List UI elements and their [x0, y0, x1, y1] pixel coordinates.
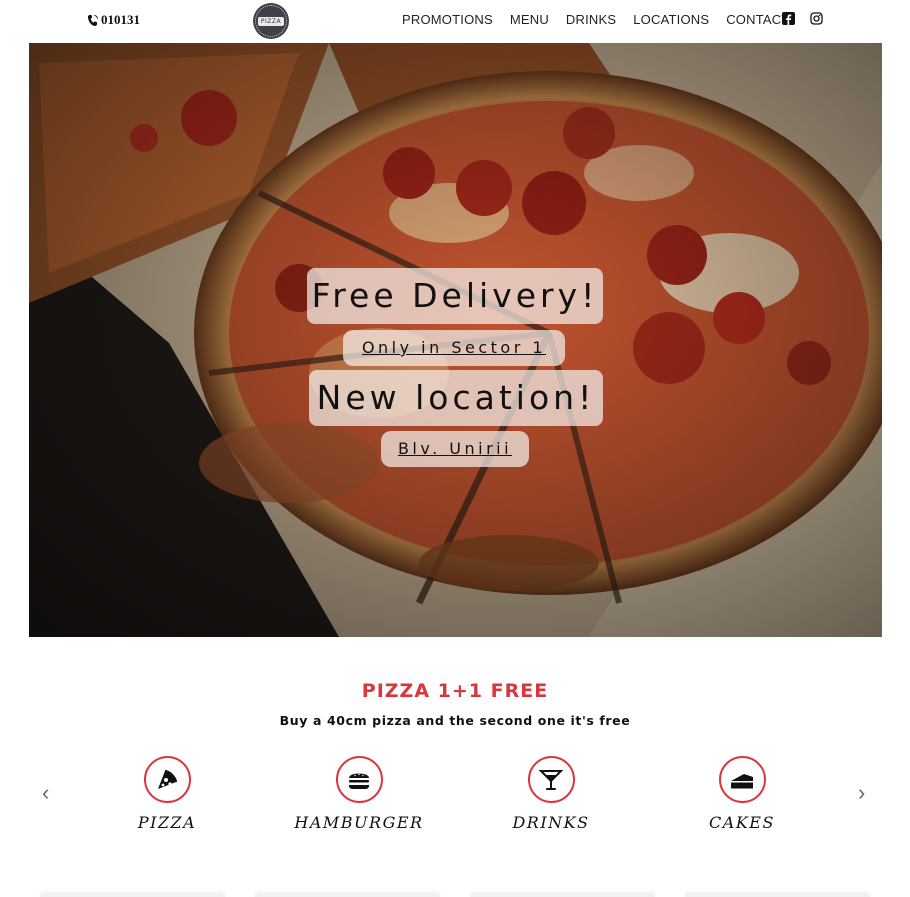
category-drinks[interactable]: DRINKS [476, 756, 626, 832]
category-cakes[interactable]: CAKES [667, 756, 817, 832]
cocktail-icon [527, 756, 575, 803]
top-navbar: 010131 PIZZA PROMOTIONS MENU DRINKS LOCA… [0, 0, 910, 42]
category-hamburger[interactable]: HAMBURGER [284, 756, 434, 832]
carousel-prev-button[interactable]: ‹ [42, 782, 49, 804]
category-label: DRINKS [512, 813, 590, 832]
nav-menu[interactable]: MENU [510, 12, 549, 27]
carousel-next-button[interactable]: › [858, 782, 865, 804]
hero-headline-new-location: New location! [309, 370, 603, 426]
nav-contact[interactable]: CONTACT [726, 12, 789, 27]
main-nav: PROMOTIONS MENU DRINKS LOCATIONS CONTACT [402, 12, 806, 27]
product-card[interactable] [685, 893, 870, 897]
social-links [782, 12, 823, 25]
phone-number[interactable]: 010131 [87, 12, 140, 28]
cake-icon [718, 756, 766, 803]
hero-banner: Free Delivery! Only in Sector 1 New loca… [29, 43, 882, 637]
phone-number-text: 010131 [101, 12, 140, 27]
nav-drinks[interactable]: DRINKS [566, 12, 616, 27]
phone-icon [87, 14, 98, 26]
category-pizza[interactable]: PIZZA [92, 756, 242, 832]
pizza-slice-icon [143, 756, 191, 803]
product-card[interactable] [470, 893, 655, 897]
facebook-icon[interactable] [782, 12, 795, 25]
pizza-logo[interactable]: PIZZA [253, 3, 289, 39]
category-label: CAKES [709, 813, 775, 832]
promo-title: PIZZA 1+1 FREE [361, 680, 549, 702]
instagram-icon[interactable] [810, 12, 823, 25]
hero-link-sector-1[interactable]: Only in Sector 1 [343, 330, 565, 366]
nav-promotions[interactable]: PROMOTIONS [402, 12, 493, 27]
hero-link-blv-unirii[interactable]: Blv. Unirii [381, 431, 529, 467]
category-label: HAMBURGER [294, 813, 424, 832]
category-label: PIZZA [137, 813, 197, 832]
promo-subtitle: Buy a 40cm pizza and the second one it's… [279, 713, 631, 728]
product-cards-row [40, 893, 870, 897]
hero-headline-free-delivery: Free Delivery! [307, 268, 603, 324]
product-card[interactable] [40, 893, 225, 897]
logo-text: PIZZA [257, 16, 285, 26]
hamburger-icon [335, 756, 383, 803]
nav-locations[interactable]: LOCATIONS [633, 12, 709, 27]
product-card[interactable] [255, 893, 440, 897]
